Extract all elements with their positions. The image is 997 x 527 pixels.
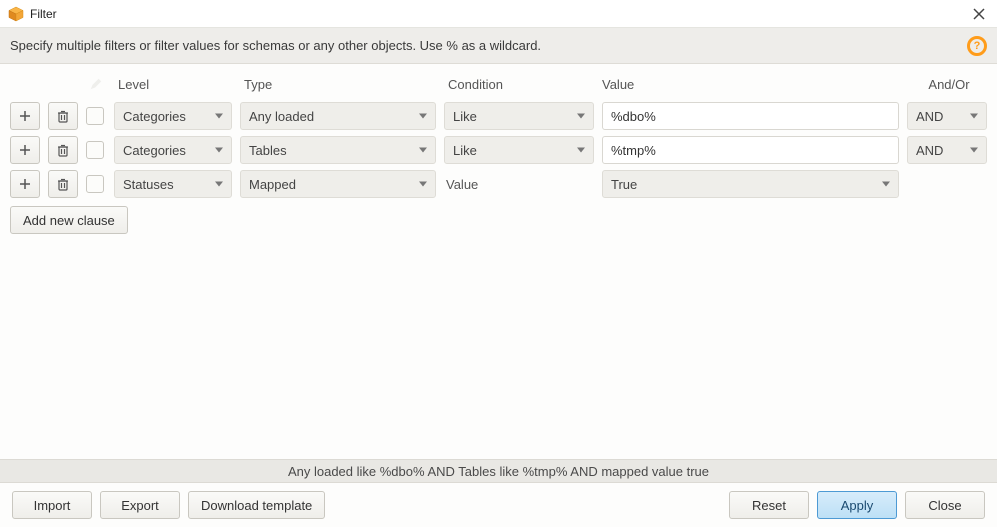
chevron-down-icon: [215, 182, 223, 187]
add-new-clause-button[interactable]: Add new clause: [10, 206, 128, 234]
chevron-down-icon: [419, 182, 427, 187]
level-select[interactable]: Categories: [114, 136, 232, 164]
row-checkbox[interactable]: [86, 107, 104, 125]
value-select[interactable]: True: [602, 170, 899, 198]
level-select[interactable]: Categories: [114, 102, 232, 130]
header-condition: Condition: [444, 77, 594, 92]
filter-row: Statuses Mapped Value True: [10, 168, 987, 200]
add-row-button[interactable]: [10, 102, 40, 130]
level-value: Statuses: [123, 177, 174, 192]
chevron-down-icon: [882, 182, 890, 187]
condition-label: Value: [444, 170, 594, 198]
header-type: Type: [240, 77, 436, 92]
apply-button[interactable]: Apply: [817, 491, 897, 519]
chevron-down-icon: [419, 148, 427, 153]
type-select[interactable]: Tables: [240, 136, 436, 164]
chevron-down-icon: [419, 114, 427, 119]
info-bar: Specify multiple filters or filter value…: [0, 28, 997, 64]
add-row-button[interactable]: [10, 136, 40, 164]
row-checkbox[interactable]: [86, 175, 104, 193]
chevron-down-icon: [970, 114, 978, 119]
value-input[interactable]: [602, 102, 899, 130]
type-select[interactable]: Mapped: [240, 170, 436, 198]
header-value: Value: [602, 77, 899, 92]
chevron-down-icon: [970, 148, 978, 153]
chevron-down-icon: [215, 114, 223, 119]
delete-row-button[interactable]: [48, 170, 78, 198]
condition-select[interactable]: Like: [444, 136, 594, 164]
value-input[interactable]: [602, 136, 899, 164]
andor-select[interactable]: AND: [907, 136, 987, 164]
type-value: Tables: [249, 143, 287, 158]
type-value: Any loaded: [249, 109, 314, 124]
info-text: Specify multiple filters or filter value…: [10, 38, 541, 53]
andor-select[interactable]: AND: [907, 102, 987, 130]
help-icon[interactable]: [967, 36, 987, 56]
filter-grid: Level Type Condition Value And/Or: [0, 64, 997, 200]
add-row-button[interactable]: [10, 170, 40, 198]
type-value: Mapped: [249, 177, 296, 192]
app-icon: [8, 6, 24, 22]
window-title: Filter: [30, 7, 57, 21]
titlebar: Filter: [0, 0, 997, 28]
condition-select[interactable]: Like: [444, 102, 594, 130]
chevron-down-icon: [577, 148, 585, 153]
chevron-down-icon: [215, 148, 223, 153]
export-button[interactable]: Export: [100, 491, 180, 519]
filter-row: Categories Tables Like AND: [10, 134, 987, 166]
filter-summary: Any loaded like %dbo% AND Tables like %t…: [0, 459, 997, 483]
edit-column-icon: [89, 77, 103, 91]
grid-header-row: Level Type Condition Value And/Or: [10, 70, 987, 98]
level-select[interactable]: Statuses: [114, 170, 232, 198]
footer: Import Export Download template Reset Ap…: [0, 483, 997, 527]
delete-row-button[interactable]: [48, 102, 78, 130]
header-level: Level: [114, 77, 232, 92]
download-template-button[interactable]: Download template: [188, 491, 325, 519]
type-select[interactable]: Any loaded: [240, 102, 436, 130]
reset-button[interactable]: Reset: [729, 491, 809, 519]
level-value: Categories: [123, 143, 186, 158]
close-button[interactable]: Close: [905, 491, 985, 519]
delete-row-button[interactable]: [48, 136, 78, 164]
header-andor: And/Or: [907, 77, 987, 92]
row-checkbox[interactable]: [86, 141, 104, 159]
import-button[interactable]: Import: [12, 491, 92, 519]
window-close-button[interactable]: [967, 2, 991, 26]
level-value: Categories: [123, 109, 186, 124]
chevron-down-icon: [577, 114, 585, 119]
filter-row: Categories Any loaded Like AND: [10, 100, 987, 132]
